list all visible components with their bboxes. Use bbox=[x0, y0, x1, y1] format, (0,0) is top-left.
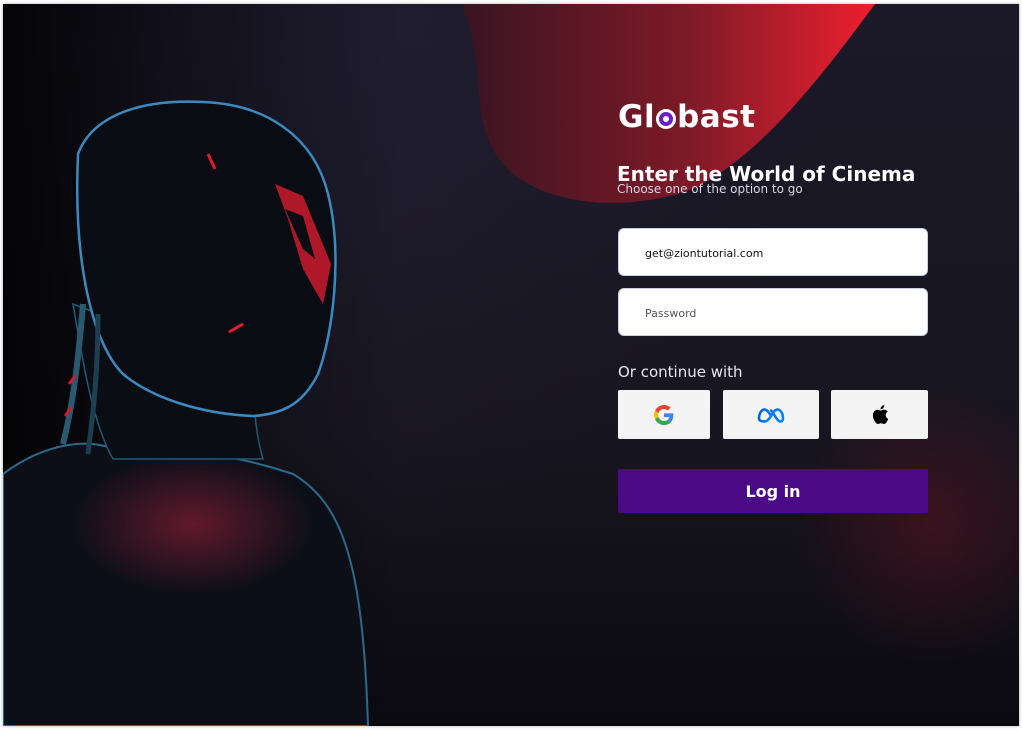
hero-illustration bbox=[3, 4, 403, 726]
login-button[interactable]: Log in bbox=[618, 469, 928, 513]
password-field-container bbox=[618, 288, 928, 337]
email-field-container bbox=[618, 228, 928, 277]
google-login-button[interactable] bbox=[618, 390, 710, 439]
page-subtitle: Choose one of the option to go bbox=[617, 182, 803, 196]
globast-logo: Gl bast bbox=[618, 99, 755, 135]
logo-prefix: Gl bbox=[618, 99, 656, 135]
password-input[interactable] bbox=[643, 289, 917, 337]
logo-suffix: bast bbox=[677, 99, 756, 135]
google-icon bbox=[654, 404, 674, 425]
apple-icon bbox=[872, 405, 888, 424]
logo-play-icon bbox=[656, 109, 677, 129]
meta-icon bbox=[757, 407, 785, 423]
continue-with-label: Or continue with bbox=[618, 363, 743, 381]
apple-login-button[interactable] bbox=[831, 390, 928, 439]
login-page: Gl bast Enter the World of Cinema Choose … bbox=[3, 4, 1019, 726]
email-input[interactable] bbox=[643, 229, 917, 277]
meta-login-button[interactable] bbox=[723, 390, 819, 439]
